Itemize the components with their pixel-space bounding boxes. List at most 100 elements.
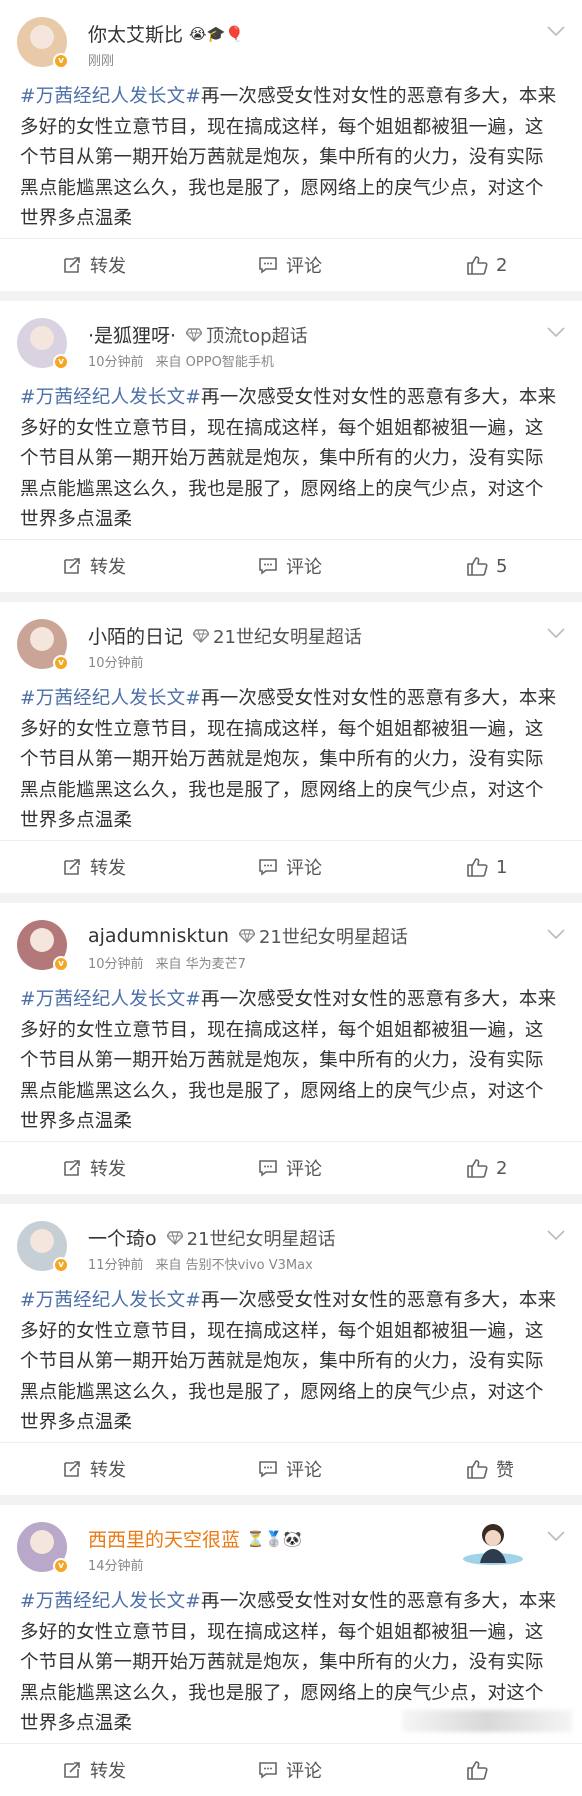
feed-post: v 你太艾斯比 😭🎓🎈 刚刚 #万茜经纪人发长文#再一次感受女性对女性的恶意有多… [0,0,582,291]
name-row: ajadumnisktun 21世纪女明星超话 [88,923,408,949]
post-text: #万茜经纪人发长文#再一次感受女性对女性的恶意有多大，本来多好的女性立意节目，现… [0,1286,582,1442]
post-body-text: 再一次感受女性对女性的恶意有多大，本来多好的女性立意节目，现在搞成这样，每个姐姐… [20,1290,557,1433]
like-count: 2 [496,1157,508,1179]
name-row: 西西里的天空很蓝 ⏳🥈🐼 [88,1525,302,1552]
hashtag-link[interactable]: #万茜经纪人发长文# [20,688,201,709]
super-topic-label[interactable]: 21世纪女明星超话 [187,1225,336,1251]
super-topic-label[interactable]: 21世纪女明星超话 [213,623,362,649]
thumbs-up-icon [467,256,488,275]
hashtag-link[interactable]: #万茜经纪人发长文# [20,1591,201,1612]
post-text: #万茜经纪人发长文#再一次感受女性对女性的恶意有多大，本来多好的女性立意节目，现… [0,684,582,840]
repost-button[interactable]: 转发 [62,1757,126,1783]
like-count: 5 [496,555,508,577]
diamond-icon [186,327,203,342]
comment-button[interactable]: 评论 [258,1456,322,1482]
post-source: 来自 华为麦芒7 [155,957,246,972]
chevron-down-icon[interactable] [546,624,566,643]
like-count: 2 [496,254,508,276]
super-topic-label[interactable]: 21世纪女明星超话 [259,923,408,949]
feed-post: v 小陌的日记 21世纪女明星超话 10分钟前 #万茜经纪人发长文#再一次感受女… [0,602,582,893]
post-source: 来自 告别不快vivo V3Max [155,1258,313,1273]
thumbs-up-icon [467,557,488,576]
chevron-down-icon[interactable] [546,22,566,41]
hashtag-link[interactable]: #万茜经纪人发长文# [20,387,201,408]
thumbs-up-icon [467,1460,488,1479]
comment-label: 评论 [286,557,322,578]
repost-icon [64,558,80,574]
action-bar: 转发 评论 [0,1743,582,1796]
repost-button[interactable]: 转发 [62,252,126,278]
action-bar: 转发 评论 2 [0,238,582,291]
post-source: 来自 OPPO智能手机 [155,355,274,370]
comment-icon [259,257,277,274]
repost-button[interactable]: 转发 [62,553,126,579]
post-time: 10分钟前 [88,957,144,972]
post-text: #万茜经纪人发长文#再一次感受女性对女性的恶意有多大，本来多好的女性立意节目，现… [0,82,582,238]
like-button[interactable]: 5 [466,556,507,577]
watermark-blur [402,1710,572,1732]
comment-label: 评论 [286,1159,322,1180]
post-header: v 西西里的天空很蓝 ⏳🥈🐼 14分钟前 [0,1505,582,1587]
like-button[interactable]: 2 [466,255,507,276]
hashtag-link[interactable]: #万茜经纪人发长文# [20,86,201,107]
diamond-icon [238,929,255,943]
comment-button[interactable]: 评论 [258,553,322,579]
comment-icon [259,558,277,575]
username[interactable]: 一个琦o [88,1224,157,1251]
comment-label: 评论 [286,1761,322,1782]
action-bar: 转发 评论 5 [0,539,582,592]
comment-icon [259,1461,277,1478]
username[interactable]: 小陌的日记 [88,622,183,649]
post-time: 10分钟前 [88,355,144,370]
comment-button[interactable]: 评论 [258,854,322,880]
like-button[interactable]: 1 [466,857,507,878]
like-button[interactable] [466,1760,488,1780]
post-body-text: 再一次感受女性对女性的恶意有多大，本来多好的女性立意节目，现在搞成这样，每个姐姐… [20,86,557,229]
hashtag-link[interactable]: #万茜经纪人发长文# [20,989,201,1010]
post-time: 14分钟前 [88,1559,144,1574]
like-button[interactable]: 赞 [466,1456,514,1482]
post-time: 11分钟前 [88,1258,144,1273]
chevron-down-icon[interactable] [546,323,566,342]
post-header: v 你太艾斯比 😭🎓🎈 刚刚 [0,0,582,82]
name-row: ·是狐狸呀· 顶流top超话 [88,321,308,348]
feed-post: v ·是狐狸呀· 顶流top超话 10分钟前 来自 OPPO智能手机 #万茜经纪人… [0,301,582,592]
comment-label: 评论 [286,256,322,277]
repost-icon [64,859,80,875]
verified-badge-icon: v [53,1257,69,1273]
weibo-comment-feed: v 你太艾斯比 😭🎓🎈 刚刚 #万茜经纪人发长文#再一次感受女性对女性的恶意有多… [0,0,582,1796]
post-time: 刚刚 [88,54,115,69]
post-meta: 10分钟前 来自 华为麦芒7 [88,953,246,972]
chevron-down-icon[interactable] [546,1527,566,1546]
super-topic-label[interactable]: 顶流top超话 [206,322,308,348]
chevron-down-icon[interactable] [546,1226,566,1245]
repost-icon [64,1762,80,1778]
comment-button[interactable]: 评论 [258,1155,322,1181]
post-header: v ajadumnisktun 21世纪女明星超话 10分钟前 来自 华为麦芒7 [0,903,582,985]
repost-button[interactable]: 转发 [62,854,126,880]
repost-icon [64,1461,80,1477]
comment-button[interactable]: 评论 [258,1757,322,1783]
username[interactable]: 西西里的天空很蓝 [88,1525,240,1552]
comment-button[interactable]: 评论 [258,252,322,278]
username[interactable]: ajadumnisktun [88,925,229,947]
feed-post: v ajadumnisktun 21世纪女明星超话 10分钟前 来自 华为麦芒7 … [0,903,582,1194]
verified-badge-icon: v [53,1558,69,1574]
verified-badge-icon: v [53,956,69,972]
repost-icon [64,1160,80,1176]
like-button[interactable]: 2 [466,1158,507,1179]
post-header: v 一个琦o 21世纪女明星超话 11分钟前 来自 告别不快vivo V3Max [0,1204,582,1286]
hashtag-link[interactable]: #万茜经纪人发长文# [20,1290,201,1311]
post-meta: 14分钟前 [88,1555,144,1574]
comment-icon [259,859,277,876]
diamond-icon [166,1230,183,1245]
chevron-down-icon[interactable] [546,925,566,944]
repost-label: 转发 [90,557,126,578]
username[interactable]: 你太艾斯比 [88,20,183,47]
repost-button[interactable]: 转发 [62,1155,126,1181]
repost-button[interactable]: 转发 [62,1456,126,1482]
feed-post: v 一个琦o 21世纪女明星超话 11分钟前 来自 告别不快vivo V3Max … [0,1204,582,1495]
post-meta: 10分钟前 [88,652,144,671]
username[interactable]: ·是狐狸呀· [88,321,176,348]
post-time: 10分钟前 [88,656,144,671]
